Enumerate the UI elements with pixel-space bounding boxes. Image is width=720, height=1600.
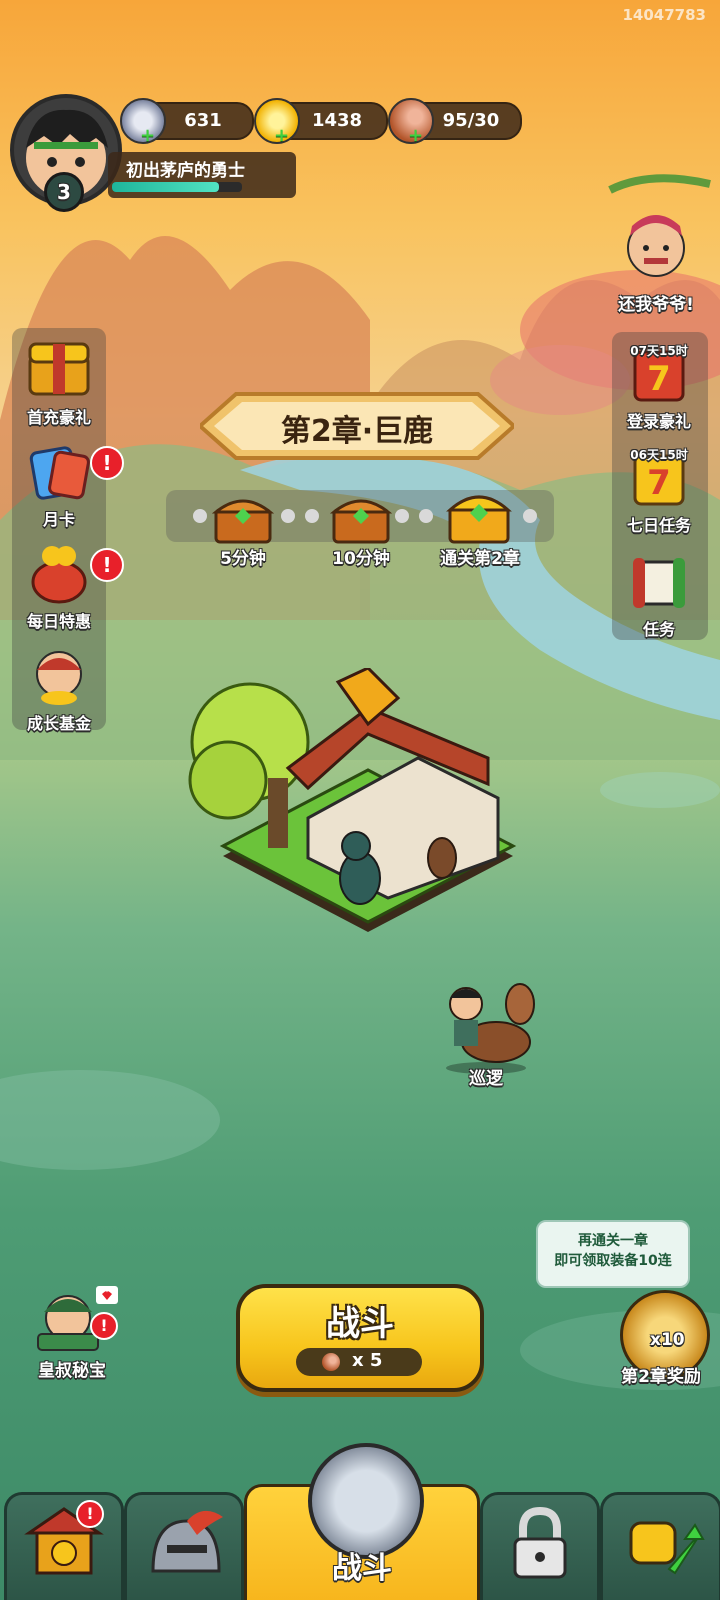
vine-character-icon <box>608 174 711 277</box>
left-menu-label: 月卡 <box>42 510 75 529</box>
battle-cost-pill: x 5 <box>296 1348 422 1376</box>
reward-tooltip-line1: 再通关一章 <box>578 1233 648 1249</box>
battle-cost: x 5 <box>352 1350 383 1371</box>
treasure-chest-icon <box>329 499 393 544</box>
left-menu-daily-deal[interactable]: 每日特惠 <box>14 542 104 632</box>
chapter-chest-clear[interactable] <box>446 484 512 546</box>
fund-character-icon <box>36 651 82 705</box>
chapter-chest-10min[interactable] <box>329 490 393 546</box>
silver-value: 631 <box>184 110 222 131</box>
base-island-house[interactable] <box>168 668 518 968</box>
left-menu-month-card[interactable]: 月卡 <box>14 440 104 530</box>
event-rescue-label: 还我爷爷! <box>618 295 694 315</box>
left-menu-first-recharge[interactable]: 首充豪礼 <box>14 338 104 428</box>
build-id: 14047783 <box>622 6 707 24</box>
money-bag-icon <box>31 546 87 604</box>
chest-label-5min: 5分钟 <box>220 549 266 569</box>
left-menu-growth-fund[interactable]: 成长基金 <box>14 644 104 734</box>
player-title-bar: 初出茅庐的勇士 <box>108 152 296 198</box>
stamina-value: 95/30 <box>442 110 500 131</box>
helmet-icon <box>151 1510 223 1573</box>
left-menu-label: 首充豪礼 <box>26 408 91 427</box>
nav-tab-battle[interactable]: 战斗 <box>244 1443 480 1600</box>
left-menu-label: 成长基金 <box>26 714 91 733</box>
seven-day-timer: 06天15时 <box>630 448 688 462</box>
upgrade-fist-icon <box>629 1521 705 1575</box>
battle-button[interactable]: 战斗 x 5 <box>236 1284 484 1392</box>
game-scene: 14047783 3 初出茅庐的勇士 631 + 1438 + 95/30 + <box>0 0 720 1600</box>
exp-bar-track <box>112 182 242 192</box>
month-card-icon <box>29 446 90 500</box>
battle-label: 战斗 <box>326 1304 394 1344</box>
reward-tooltip-line2: 即可领取装备10连 <box>554 1253 672 1269</box>
chest-label-clear: 通关第2章 <box>440 549 520 569</box>
nav-tab-locked[interactable] <box>480 1492 600 1600</box>
stamina-plus-icon[interactable]: + <box>408 127 424 145</box>
right-menu-label: 七日任务 <box>626 516 691 535</box>
chest-label-10min: 10分钟 <box>332 549 390 569</box>
exp-bar-fill <box>112 182 219 192</box>
uncle-treasure-label: 皇叔秘宝 <box>38 1361 106 1381</box>
gift-chest-icon <box>28 342 90 396</box>
padlock-icon <box>513 1506 567 1579</box>
nav-tab-upgrade[interactable] <box>600 1492 720 1600</box>
uncle-treasure-alert-badge: ! <box>90 1312 118 1340</box>
month-card-alert-badge: ! <box>90 446 124 480</box>
chapter-chest-5min[interactable] <box>211 490 275 546</box>
treasure-chest-icon <box>211 499 275 544</box>
horse-rider-icon <box>446 983 535 1074</box>
nav-tab-equipment[interactable] <box>124 1492 244 1600</box>
right-menu-seven-day-task[interactable]: 7 06天15时 七日任务 <box>614 448 704 536</box>
right-menu-label: 登录豪礼 <box>626 412 691 431</box>
nav-battle-label: 战斗 <box>332 1551 392 1586</box>
login-gift-timer: 07天15时 <box>630 344 688 358</box>
right-menu-label: 任务 <box>642 620 675 639</box>
crossed-swords-icon <box>308 1443 424 1559</box>
event-rescue-grandpa[interactable]: 还我爷爷! <box>600 170 712 320</box>
patrol-label: 巡逻 <box>469 1069 503 1089</box>
gold-plus-icon[interactable]: + <box>274 127 290 145</box>
meat-cost-icon <box>322 1353 340 1371</box>
shop-building-icon <box>24 1507 104 1575</box>
patrol-button[interactable]: 巡逻 <box>426 980 546 1092</box>
shop-alert-badge: ! <box>76 1500 104 1528</box>
task-scroll-icon <box>633 558 685 608</box>
right-menu-login-gift[interactable]: 7 07天15时 登录豪礼 <box>614 344 704 432</box>
player-level-badge: 3 <box>44 172 84 212</box>
nav-tab-shop[interactable] <box>4 1492 124 1600</box>
golden-chest-icon <box>446 495 512 544</box>
svg-text:7: 7 <box>647 359 671 399</box>
reward-tooltip: 再通关一章 即可领取装备10连 <box>536 1220 690 1288</box>
svg-text:7: 7 <box>647 463 671 503</box>
reward-count: x10 <box>650 1330 685 1350</box>
daily-deal-alert-badge: ! <box>90 548 124 582</box>
chapter-title: 第2章·巨鹿 <box>280 414 434 449</box>
right-menu-tasks[interactable]: 任务 <box>614 554 704 640</box>
left-menu-label: 每日特惠 <box>26 612 91 631</box>
silver-plus-icon[interactable]: + <box>140 127 156 145</box>
chapter-banner[interactable]: 第2章·巨鹿 <box>196 388 518 464</box>
chapter-reward-label: 第2章奖励 <box>621 1367 701 1387</box>
player-title: 初出茅庐的勇士 <box>126 161 245 181</box>
gold-value: 1438 <box>311 110 363 131</box>
